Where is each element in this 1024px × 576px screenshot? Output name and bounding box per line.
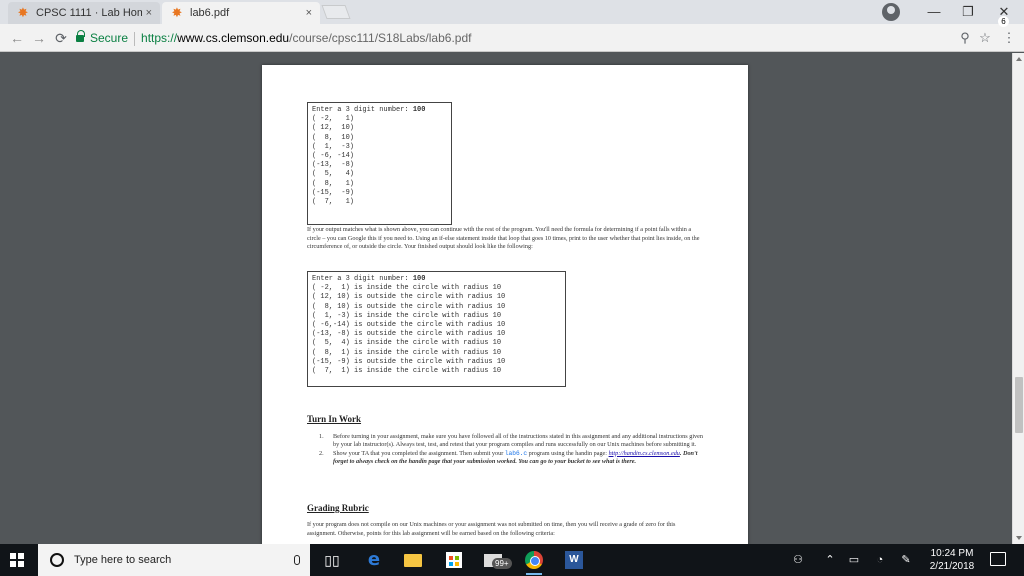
store-icon[interactable]: [444, 550, 464, 570]
secure-label: Secure: [90, 31, 129, 45]
windows-taskbar: Type here to search ▯▯ e W ⚇ ⌃ ▭ ◔ ✎ 10:…: [0, 544, 1024, 576]
grading-heading: Grading Rubric: [307, 503, 369, 513]
taskbar-search-box[interactable]: Type here to search: [38, 544, 310, 576]
sample-output-box-1: Enter a 3 digit number: 100 ( -2, 1) ( 1…: [307, 102, 452, 225]
prompt-text: Enter a 3 digit number:: [312, 275, 413, 283]
tab-close-icon[interactable]: ×: [306, 7, 312, 19]
list-item-text: Show your TA that you completed the assi…: [333, 449, 505, 457]
browser-menu-icon[interactable]: ⋮: [1000, 29, 1018, 47]
tab-title: CPSC 1111 · Lab Home |: [36, 7, 142, 19]
show-hidden-icons-chevron-icon[interactable]: ⌃: [822, 552, 838, 568]
battery-icon[interactable]: ▭: [846, 552, 862, 568]
prompt-text: Enter a 3 digit number:: [312, 106, 413, 114]
minimize-button[interactable]: —: [916, 2, 952, 22]
url-scheme: https://: [141, 31, 178, 45]
vertical-scrollbar[interactable]: [1012, 53, 1024, 544]
list-number: 2.: [319, 449, 324, 457]
circle-result-list: ( -2, 1) is inside the circle with radiu…: [312, 284, 506, 376]
turn-in-list: 1. Before turning in your assignment, ma…: [319, 433, 703, 467]
lock-icon: [76, 30, 85, 43]
clock-date: 2/21/2018: [929, 561, 975, 572]
reload-button[interactable]: ⟳: [52, 29, 70, 47]
task-view-icon[interactable]: ▯▯: [322, 550, 342, 570]
list-item-text: program using the handin page:: [527, 449, 609, 457]
back-button[interactable]: ←: [8, 29, 26, 47]
scroll-up-icon[interactable]: [1016, 57, 1022, 61]
search-placeholder: Type here to search: [74, 554, 172, 566]
bookmark-star-icon[interactable]: ☆: [976, 29, 994, 47]
instruction-paragraph: If your output matches what is shown abo…: [307, 226, 700, 251]
edge-browser-icon[interactable]: e: [364, 550, 384, 570]
list-number: 1.: [319, 433, 324, 440]
new-tab-button[interactable]: [321, 5, 351, 19]
tab-lab6-pdf[interactable]: ✸ lab6.pdf ×: [162, 2, 320, 24]
tab-strip: ✸ CPSC 1111 · Lab Home | × ✸ lab6.pdf × …: [0, 0, 1024, 24]
clock-time: 10:24 PM: [930, 548, 974, 559]
url-path: /course/cpsc111/S18Labs/lab6.pdf: [289, 31, 472, 45]
prompt-input: 100: [412, 275, 426, 283]
windows-start-icon[interactable]: [10, 553, 24, 567]
coordinate-list: ( -2, 1) ( 12, 10) ( 8, 10) ( 1, -3) ( -…: [312, 115, 355, 207]
wifi-icon[interactable]: ◔: [872, 552, 888, 568]
scroll-down-icon[interactable]: [1016, 536, 1022, 540]
microphone-icon[interactable]: [294, 555, 300, 565]
action-center-icon[interactable]: [990, 552, 1006, 566]
list-item: 1. Before turning in your assignment, ma…: [319, 433, 703, 450]
divider: [134, 31, 136, 46]
pdf-page: Enter a 3 digit number: 100 ( -2, 1) ( 1…: [262, 65, 748, 544]
pdf-viewer[interactable]: Enter a 3 digit number: 100 ( -2, 1) ( 1…: [0, 53, 1024, 544]
word-letter: W: [565, 551, 583, 569]
tab-lab-home[interactable]: ✸ CPSC 1111 · Lab Home | ×: [8, 2, 160, 24]
prompt-input: 100: [412, 106, 426, 114]
list-item: 2. Show your TA that you completed the a…: [319, 450, 703, 467]
restore-button[interactable]: ❐: [950, 2, 986, 22]
pen-icon[interactable]: ✎: [898, 552, 914, 568]
filename-code: lab6.c: [504, 449, 528, 457]
handin-link[interactable]: http://handin.cs.clemson.edu: [609, 450, 680, 457]
clemson-paw-icon: ✸: [171, 5, 183, 20]
scroll-thumb[interactable]: [1015, 377, 1023, 433]
word-icon[interactable]: W: [564, 550, 584, 570]
url-host: www.cs.clemson.edu: [177, 31, 290, 45]
address-bar[interactable]: Secure https://www.cs.clemson.edu/course/…: [76, 27, 996, 49]
tab-close-icon[interactable]: ×: [146, 7, 152, 19]
cortana-icon: [50, 553, 64, 567]
grading-paragraph: If your program does not compile on our …: [307, 521, 676, 537]
chrome-icon[interactable]: [524, 550, 544, 575]
sample-output-box-2: Enter a 3 digit number: 100 ( -2, 1) is …: [307, 271, 566, 387]
people-icon[interactable]: ⚇: [790, 552, 806, 568]
list-item-text: Before turning in your assignment, make …: [333, 433, 703, 449]
action-center-count: 6: [998, 16, 1009, 27]
profile-icon[interactable]: [882, 3, 900, 21]
clemson-paw-icon: ✸: [17, 5, 29, 20]
tab-title: lab6.pdf: [190, 7, 230, 19]
turn-in-heading: Turn In Work: [307, 414, 362, 424]
zoom-icon[interactable]: ⚲: [956, 29, 974, 47]
file-explorer-icon[interactable]: [404, 550, 424, 570]
browser-toolbar: ← → ⟳ Secure https://www.cs.clemson.edu/c…: [0, 24, 1024, 52]
notification-badge: 99+: [492, 558, 512, 569]
system-clock[interactable]: 10:24 PM 2/21/2018: [924, 547, 980, 573]
forward-button[interactable]: →: [30, 29, 48, 47]
